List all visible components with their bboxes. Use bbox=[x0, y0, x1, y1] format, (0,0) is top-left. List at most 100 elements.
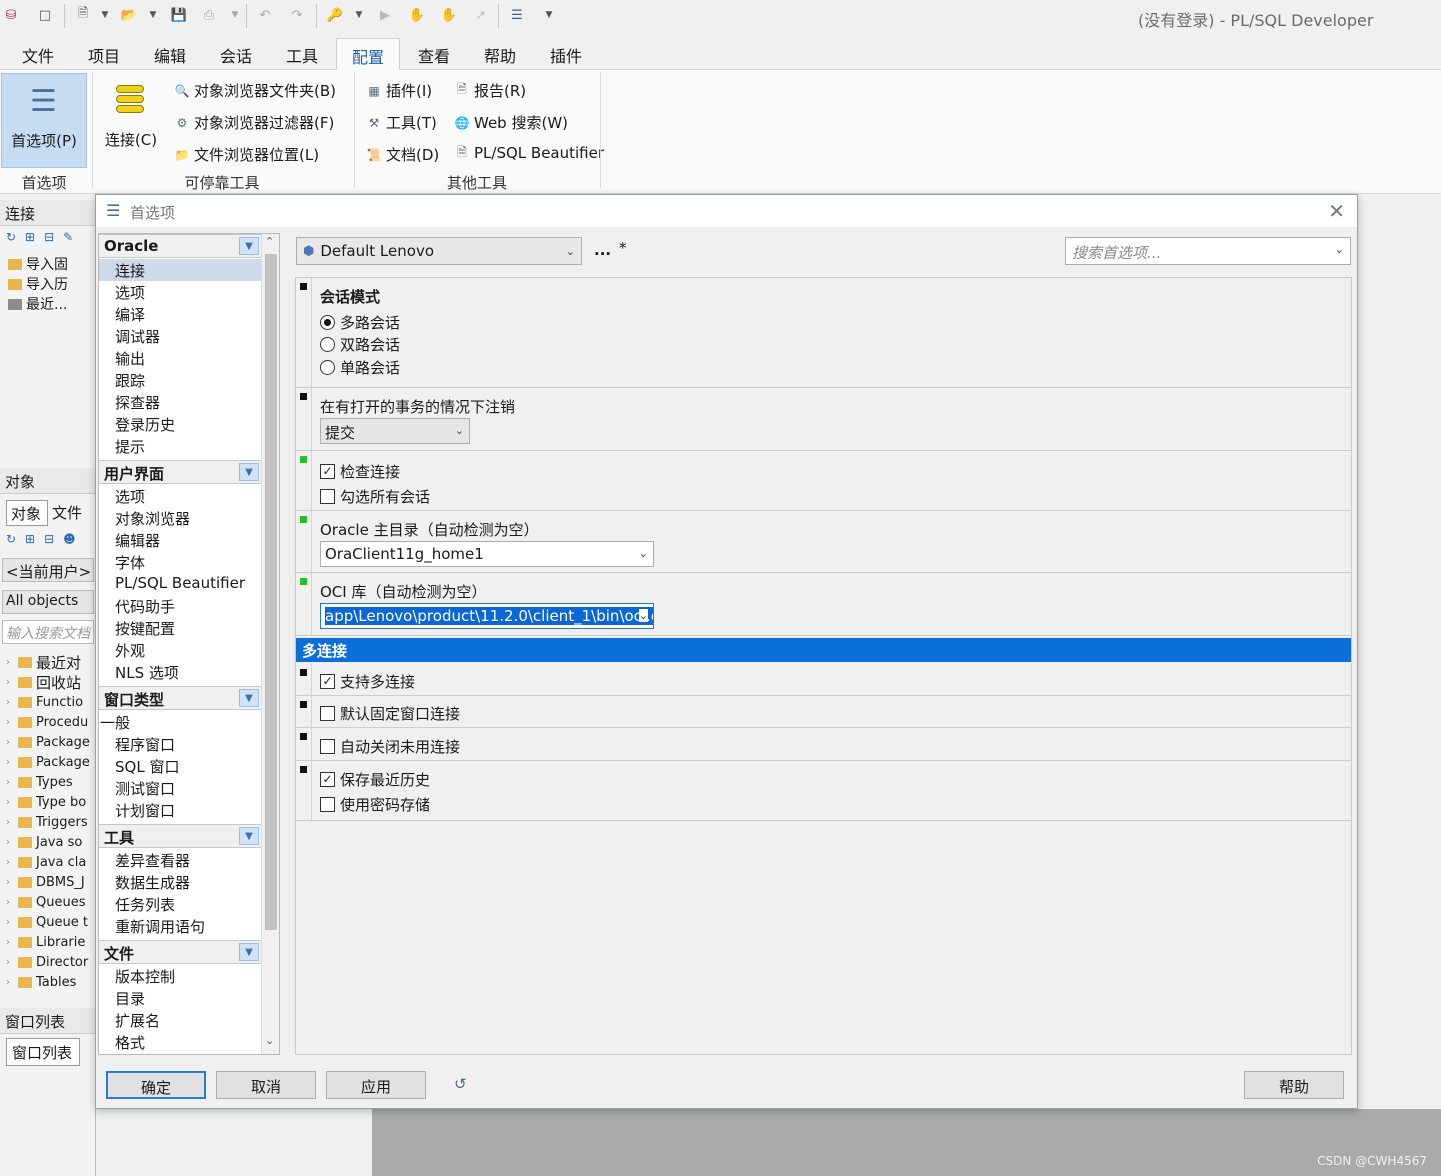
break-icon[interactable]: ✋ bbox=[408, 6, 426, 24]
chevron-down-icon[interactable]: ⌄ bbox=[265, 1034, 274, 1047]
reports-button[interactable]: 🗎 报告(R) bbox=[454, 80, 526, 101]
stop-icon[interactable]: ✋ bbox=[440, 6, 458, 24]
category-header[interactable]: 用户界面 ▼ bbox=[99, 460, 261, 484]
chevron-down-icon[interactable]: ▼ bbox=[144, 6, 162, 24]
oci-library-input[interactable]: app\Lenovo\product\11.2.0\client_1\bin\o… bbox=[320, 603, 654, 629]
category-item[interactable]: 备份 bbox=[99, 1053, 261, 1054]
category-header[interactable]: 窗口类型 ▼ bbox=[99, 686, 261, 710]
chevron-down-icon[interactable]: ▼ bbox=[350, 6, 368, 24]
undo-icon[interactable]: ↶ bbox=[256, 6, 274, 24]
category-item[interactable]: 外观 bbox=[99, 639, 261, 661]
tree-item[interactable]: › Queue t bbox=[6, 912, 88, 932]
chevron-right-icon[interactable]: › bbox=[6, 757, 14, 768]
category-item[interactable]: NLS 选项 bbox=[99, 661, 261, 683]
category-item[interactable]: 编译 bbox=[99, 303, 261, 325]
category-item[interactable]: 扩展名 bbox=[99, 1009, 261, 1031]
tree-item[interactable]: › Types bbox=[6, 772, 73, 792]
tree-item[interactable]: › Tables bbox=[6, 972, 76, 992]
collapse-icon[interactable]: ▼ bbox=[239, 237, 259, 255]
user-filter-select[interactable]: <当前用户> bbox=[2, 558, 94, 582]
tree-item[interactable]: › DBMS_J bbox=[6, 872, 85, 892]
help-button[interactable]: 帮助 bbox=[1244, 1071, 1344, 1099]
chevron-up-icon[interactable]: ⌃ bbox=[265, 235, 274, 248]
menu-project[interactable]: 项目 bbox=[76, 38, 132, 70]
category-item[interactable]: 对象浏览器 bbox=[99, 507, 261, 529]
category-item[interactable]: 选项 bbox=[99, 281, 261, 303]
category-scrollbar[interactable]: ⌃ ⌄ bbox=[261, 234, 279, 1054]
category-item[interactable]: 版本控制 bbox=[99, 965, 261, 987]
radio-single-session[interactable]: 单路会话 bbox=[320, 357, 400, 378]
tree-item[interactable]: › Java cla bbox=[6, 852, 86, 872]
category-item[interactable]: 目录 bbox=[99, 987, 261, 1009]
category-item[interactable]: 测试窗口 bbox=[99, 777, 261, 799]
save-history-checkbox[interactable]: ✓ 保存最近历史 bbox=[320, 769, 430, 790]
chevron-right-icon[interactable]: › bbox=[6, 777, 14, 788]
cancel-button[interactable]: 取消 bbox=[216, 1071, 316, 1099]
close-icon[interactable]: ✕ bbox=[1328, 199, 1345, 223]
chevron-right-icon[interactable]: › bbox=[6, 937, 14, 948]
open-folder-icon[interactable]: 📂 bbox=[120, 6, 138, 24]
chevron-right-icon[interactable]: › bbox=[6, 837, 14, 848]
new-file-icon[interactable]: 🗎 bbox=[74, 6, 92, 24]
chevron-right-icon[interactable]: › bbox=[6, 817, 14, 828]
tree-item[interactable]: › 最近对 bbox=[6, 652, 81, 672]
tree-item[interactable]: › Functio bbox=[6, 692, 83, 712]
execute-icon[interactable]: ▶ bbox=[376, 6, 394, 24]
category-header[interactable]: 文件 ▼ bbox=[99, 940, 261, 964]
tree-item[interactable]: 最近... bbox=[8, 294, 67, 314]
chevron-right-icon[interactable]: › bbox=[6, 857, 14, 868]
category-item[interactable]: 输出 bbox=[99, 347, 261, 369]
documents-button[interactable]: 📜 文档(D) bbox=[366, 144, 440, 165]
menu-tools[interactable]: 工具 bbox=[274, 38, 330, 70]
chevron-right-icon[interactable]: › bbox=[6, 737, 14, 748]
chevron-right-icon[interactable]: › bbox=[6, 797, 14, 808]
tree-item[interactable]: › Java so bbox=[6, 832, 82, 852]
chevron-down-icon[interactable]: ⌄ bbox=[1335, 243, 1344, 256]
preferences-icon[interactable]: ☰ bbox=[508, 6, 526, 24]
menu-edit[interactable]: 编辑 bbox=[142, 38, 198, 70]
customize-toolbar-icon[interactable]: ▼ bbox=[540, 6, 558, 24]
profile-select[interactable]: ⬢ Default Lenovo ⌄ bbox=[296, 237, 582, 265]
beautifier-button[interactable]: 🗎 PL/SQL Beautifier bbox=[454, 144, 604, 162]
run-icon[interactable]: ➚ bbox=[472, 6, 490, 24]
check-all-sessions-checkbox[interactable]: 勾选所有会话 bbox=[320, 486, 430, 507]
support-multi-checkbox[interactable]: ✓ 支持多连接 bbox=[320, 671, 415, 692]
category-item[interactable]: 跟踪 bbox=[99, 369, 261, 391]
oracle-home-select[interactable]: OraClient11g_home1 ⌄ bbox=[320, 541, 654, 567]
chevron-right-icon[interactable]: › bbox=[6, 917, 14, 928]
object-browser-folders-button[interactable]: 🔍 对象浏览器文件夹(B) bbox=[174, 80, 336, 101]
category-item[interactable]: SQL 窗口 bbox=[99, 755, 261, 777]
category-item[interactable]: 探查器 bbox=[99, 391, 261, 413]
tree-item[interactable]: › 回收站 bbox=[6, 672, 81, 692]
category-item[interactable]: 差异查看器 bbox=[99, 849, 261, 871]
category-item[interactable]: 登录历史 bbox=[99, 413, 261, 435]
category-item[interactable]: 代码助手 bbox=[99, 595, 261, 617]
category-item[interactable]: 数据生成器 bbox=[99, 871, 261, 893]
plugins-button[interactable]: ▦ 插件(I) bbox=[366, 80, 432, 101]
category-item[interactable]: 重新调用语句 bbox=[99, 915, 261, 937]
category-item[interactable]: 计划窗口 bbox=[99, 799, 261, 821]
ok-button[interactable]: 确定 bbox=[106, 1071, 206, 1099]
category-item[interactable]: 程序窗口 bbox=[99, 733, 261, 755]
tab-window-list[interactable]: 窗口列表 bbox=[6, 1038, 80, 1066]
category-item[interactable]: 按键配置 bbox=[99, 617, 261, 639]
tree-item[interactable]: › Package bbox=[6, 732, 90, 752]
category-item[interactable]: 选项 bbox=[99, 485, 261, 507]
password-store-checkbox[interactable]: 使用密码存储 bbox=[320, 794, 430, 815]
tab-objects[interactable]: 对象 bbox=[6, 500, 48, 526]
preferences-button[interactable]: ☰ 首选项(P) bbox=[1, 73, 87, 168]
apply-button[interactable]: 应用 bbox=[326, 1071, 426, 1099]
tree-item[interactable]: › Librarie bbox=[6, 932, 85, 952]
profile-more-button[interactable]: ... bbox=[594, 241, 611, 259]
file-browser-locations-button[interactable]: 📁 文件浏览器位置(L) bbox=[174, 144, 320, 165]
preferences-search-input[interactable]: 搜索首选项... ⌄ bbox=[1065, 237, 1351, 265]
category-item[interactable]: 连接 bbox=[99, 259, 261, 281]
tools-button[interactable]: ⚒ 工具(T) bbox=[366, 112, 437, 133]
chevron-right-icon[interactable]: › bbox=[6, 977, 14, 988]
object-browser-filters-button[interactable]: ⚙ 对象浏览器过滤器(F) bbox=[174, 112, 335, 133]
chevron-down-icon[interactable]: ▼ bbox=[226, 6, 244, 24]
category-item[interactable]: 调试器 bbox=[99, 325, 261, 347]
tree-item[interactable]: 导入固 bbox=[8, 254, 68, 274]
connection-toolbar[interactable]: ↻⊞⊟✎ bbox=[6, 230, 82, 244]
menu-file[interactable]: 文件 bbox=[10, 38, 66, 70]
